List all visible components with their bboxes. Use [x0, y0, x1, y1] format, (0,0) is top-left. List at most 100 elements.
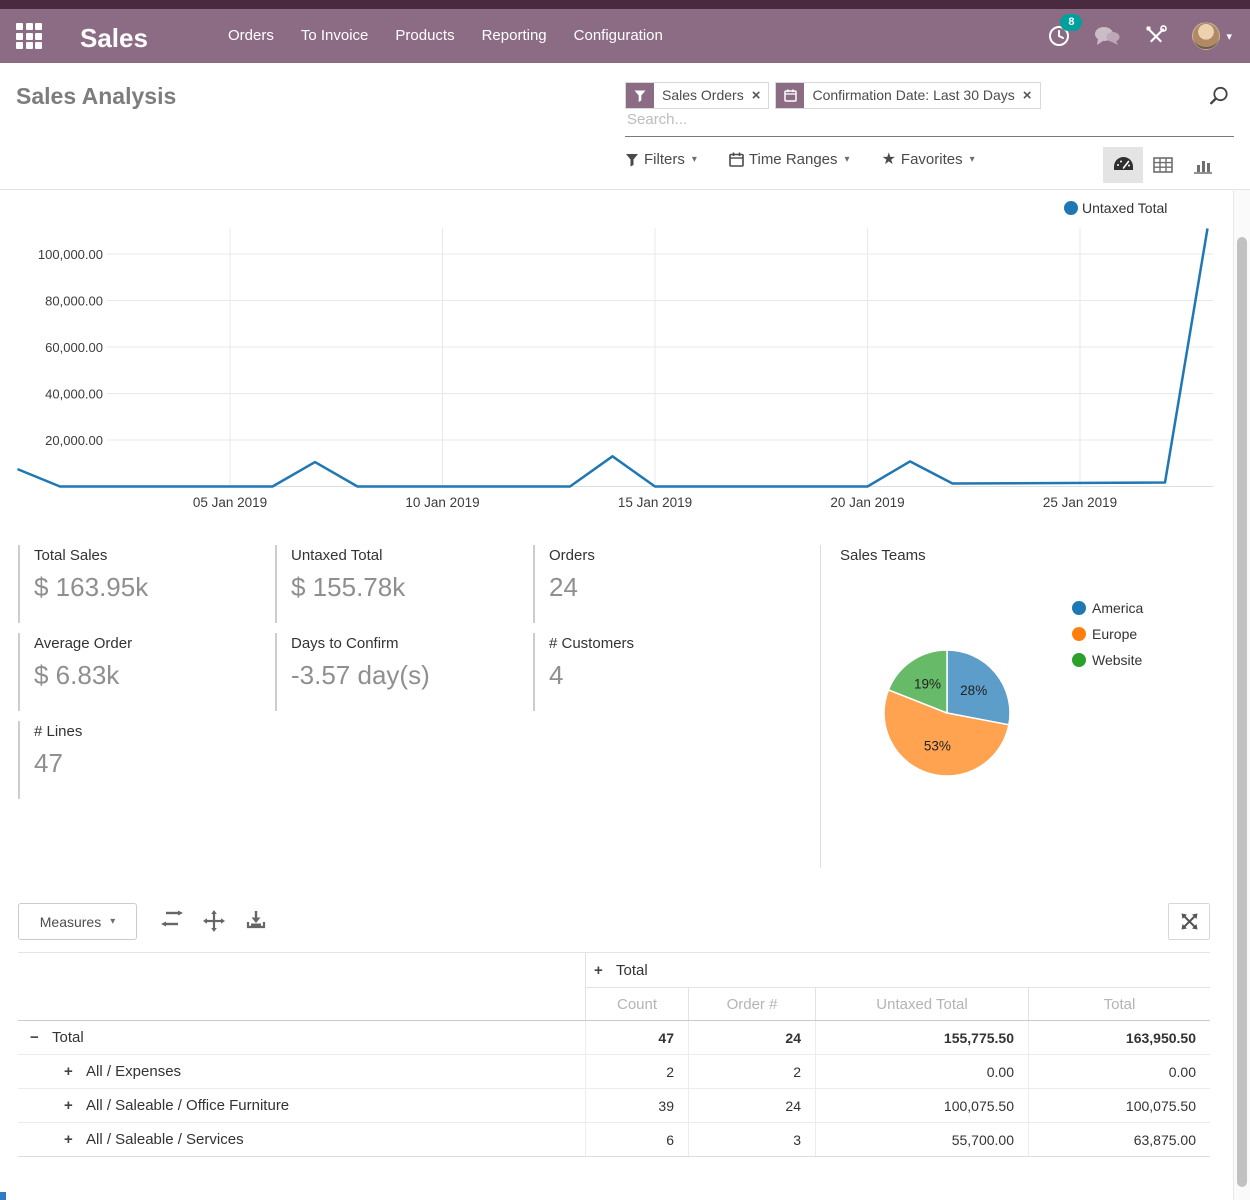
- favorites-label: Favorites: [901, 151, 963, 168]
- kpi-label: Orders: [549, 547, 773, 564]
- untaxed-total-line-chart[interactable]: 20,000.0040,000.0060,000.0080,000.00100,…: [0, 195, 1234, 520]
- pivot-row-label[interactable]: + All / Saleable / Office Furniture: [18, 1089, 585, 1122]
- search-underline: [625, 136, 1234, 137]
- bar-chart-icon: [1193, 157, 1213, 174]
- kpi-card-orders[interactable]: Orders24: [533, 545, 773, 623]
- graph-view-button[interactable]: [1183, 147, 1223, 183]
- pivot-col-header[interactable]: Order #: [688, 988, 815, 1020]
- kpi-card--customers[interactable]: # Customers4: [533, 633, 773, 711]
- expand-icon[interactable]: +: [64, 1131, 78, 1148]
- menu-item-to-invoice[interactable]: To Invoice: [301, 9, 369, 63]
- pivot-view-button[interactable]: [1143, 147, 1183, 183]
- pie-legend-item-website: Website: [1072, 647, 1143, 673]
- facet-remove-icon[interactable]: ×: [1023, 83, 1040, 108]
- pivot-row-label[interactable]: +All / Saleable / Services: [18, 1123, 585, 1156]
- kpi-card-average-order[interactable]: Average Order$ 6.83k: [18, 633, 258, 711]
- expand-icon[interactable]: +: [64, 1063, 78, 1080]
- activity-count-badge: 8: [1060, 14, 1082, 31]
- facet-remove-icon[interactable]: ×: [752, 83, 769, 108]
- pivot-value-cell[interactable]: 24: [688, 1089, 815, 1122]
- calendar-icon: [729, 152, 744, 167]
- dashboard-view-button[interactable]: [1103, 147, 1143, 183]
- x-axis-tick: 15 Jan 2019: [618, 495, 692, 510]
- activities-button[interactable]: 8: [1048, 25, 1070, 47]
- measures-button[interactable]: Measures ▾: [18, 903, 137, 940]
- menu-item-orders[interactable]: Orders: [228, 9, 274, 63]
- pivot-value-cell[interactable]: 24: [688, 1021, 815, 1054]
- pivot-value-cell[interactable]: 39: [585, 1089, 688, 1122]
- pivot-value-cell[interactable]: 2: [688, 1055, 815, 1088]
- search-icon[interactable]: [1208, 85, 1230, 112]
- kpi-card-days-to-confirm[interactable]: Days to Confirm-3.57 day(s): [275, 633, 515, 711]
- pivot-row: +All / Expenses220.000.00: [18, 1055, 1210, 1089]
- window-top-strip: [0, 0, 1250, 9]
- pivot-value-cell[interactable]: 63,875.00: [1028, 1123, 1210, 1156]
- pivot-row-label[interactable]: −Total: [18, 1021, 585, 1054]
- search-facet: Confirmation Date: Last 30 Days×: [775, 82, 1040, 109]
- kpi-value: $ 155.78k: [291, 572, 515, 603]
- view-switcher: [1103, 147, 1223, 183]
- pivot-value-cell[interactable]: 155,775.50: [815, 1021, 1028, 1054]
- pivot-value-cell[interactable]: 47: [585, 1021, 688, 1054]
- expand-all-button[interactable]: [203, 910, 225, 937]
- menu-item-configuration[interactable]: Configuration: [574, 9, 663, 63]
- expand-icon[interactable]: +: [594, 962, 608, 979]
- pie-legend: AmericaEuropeWebsite: [1072, 595, 1143, 673]
- pivot-value-cell[interactable]: 100,075.50: [1028, 1089, 1210, 1122]
- main-navbar: Sales Orders To Invoice Products Reporting C…: [0, 9, 1250, 63]
- pivot-value-cell[interactable]: 163,950.50: [1028, 1021, 1210, 1054]
- vertical-divider: [820, 545, 821, 868]
- favorites-dropdown[interactable]: ★ Favorites ▾: [882, 151, 975, 168]
- pivot-value-cell[interactable]: 2: [585, 1055, 688, 1088]
- pivot-value-cell[interactable]: 55,700.00: [815, 1123, 1028, 1156]
- pivot-value-cell[interactable]: 6: [585, 1123, 688, 1156]
- kpi-card-untaxed-total[interactable]: Untaxed Total$ 155.78k: [275, 545, 515, 623]
- sales-teams-pie-chart[interactable]: 28%53%19%: [879, 645, 1015, 781]
- filters-dropdown[interactable]: Filters ▾: [625, 151, 697, 168]
- kpi-value: 47: [34, 748, 258, 779]
- legend-label: Europe: [1092, 626, 1137, 642]
- x-axis-tick: 05 Jan 2019: [193, 495, 267, 510]
- pivot-col-header[interactable]: Total: [1028, 988, 1210, 1020]
- scrollbar-track[interactable]: [1233, 190, 1250, 1200]
- kpi-card--lines[interactable]: # Lines47: [18, 721, 258, 799]
- pivot-colgroup-header[interactable]: + Total: [585, 953, 1210, 988]
- pivot-row: −Total4724155,775.50163,950.50: [18, 1021, 1210, 1055]
- debug-tools-button[interactable]: [1144, 24, 1168, 48]
- pivot-col-header[interactable]: Count: [585, 988, 688, 1020]
- user-menu[interactable]: ▾: [1192, 22, 1232, 50]
- fullscreen-button[interactable]: [1168, 903, 1210, 940]
- row-label-text: All / Expenses: [86, 1063, 181, 1080]
- row-label-text: All / Saleable / Office Furniture: [86, 1097, 289, 1114]
- x-axis-tick: 25 Jan 2019: [1043, 495, 1117, 510]
- apps-grid-icon[interactable]: [16, 23, 42, 49]
- pivot-value-cell[interactable]: 3: [688, 1123, 815, 1156]
- search-input[interactable]: Search...: [627, 111, 687, 128]
- caret-down-icon: ▾: [845, 154, 850, 165]
- download-xlsx-button[interactable]: [246, 910, 266, 935]
- menu-item-products[interactable]: Products: [395, 9, 454, 63]
- pivot-col-header[interactable]: Untaxed Total: [815, 988, 1028, 1020]
- filter-icon: [626, 83, 654, 108]
- pivot-value-cell[interactable]: 0.00: [815, 1055, 1028, 1088]
- time-ranges-dropdown[interactable]: Time Ranges ▾: [729, 151, 850, 168]
- app-name[interactable]: Sales: [80, 18, 148, 58]
- pivot-value-cell[interactable]: 100,075.50: [815, 1089, 1028, 1122]
- star-icon: ★: [882, 152, 896, 168]
- kpi-value: $ 6.83k: [34, 660, 258, 691]
- messages-button[interactable]: [1094, 26, 1120, 46]
- odoo-sales-dashboard: Sales Orders To Invoice Products Reporting C…: [0, 0, 1250, 1200]
- menu-item-reporting[interactable]: Reporting: [482, 9, 547, 63]
- pivot-value-cell[interactable]: 0.00: [1028, 1055, 1210, 1088]
- flip-axes-button[interactable]: [160, 910, 184, 935]
- expand-icon[interactable]: +: [64, 1097, 78, 1114]
- kpi-value: -3.57 day(s): [291, 660, 515, 691]
- filters-label: Filters: [644, 151, 685, 168]
- arrows-move-icon: [203, 910, 225, 932]
- scrollbar-thumb[interactable]: [1237, 237, 1247, 1187]
- line-chart-section: Untaxed Total 20,000.0040,000.0060,000.0…: [0, 190, 1234, 520]
- kpi-card-total-sales[interactable]: Total Sales$ 163.95k: [18, 545, 258, 623]
- pivot-row-label[interactable]: + All / Expenses: [18, 1055, 585, 1088]
- collapse-icon[interactable]: −: [30, 1029, 44, 1046]
- wrench-screwdriver-icon: [1144, 24, 1168, 48]
